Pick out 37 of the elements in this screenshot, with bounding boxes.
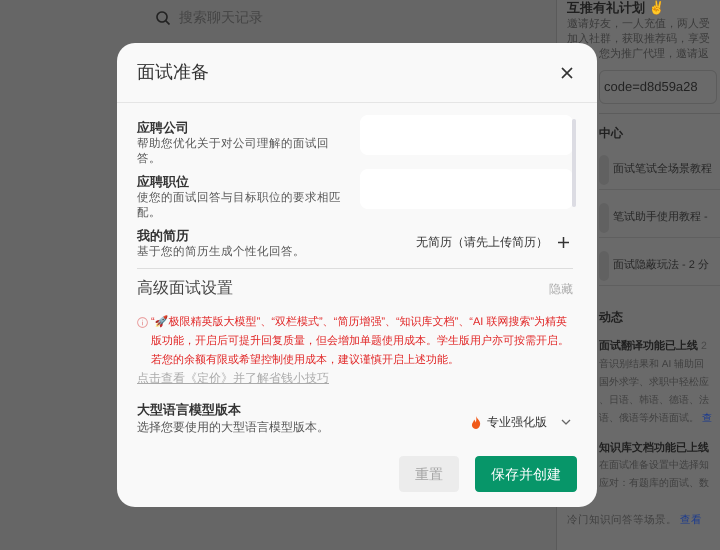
text-input[interactable]	[360, 169, 573, 209]
close-icon	[561, 66, 573, 78]
field-label: 应聘公司	[137, 119, 190, 137]
field-hint: 选择您要使用的大型语言模型版本。	[137, 419, 329, 435]
add-button[interactable]	[558, 236, 569, 248]
tutorial-item[interactable]: 面试隐蔽玩法 - 2 分	[599, 246, 720, 286]
field-label: 应聘职位	[137, 173, 190, 191]
tutorial-item[interactable]: 笔试助手使用教程 -	[599, 198, 720, 238]
hide-button[interactable]: 隐藏	[549, 280, 573, 298]
resume-status: 无简历（请先上传简历）	[416, 234, 548, 251]
dialog-title: 面试准备	[137, 61, 209, 84]
post-title: 面试翻译功能已上线	[599, 338, 698, 354]
select-value: 专业强化版	[487, 414, 547, 431]
field-hint: 基于您的简历生成个性化回答。	[137, 245, 306, 260]
field-label: 我的简历	[137, 227, 190, 245]
section-title: 高级面试设置	[137, 278, 233, 299]
flame-icon	[471, 416, 481, 428]
details-link[interactable]: 查看	[680, 514, 702, 526]
details-link[interactable]: 查	[702, 412, 712, 424]
post-title: 知识库文档功能已上线	[599, 440, 709, 456]
save-button[interactable]: 保存并创建	[475, 456, 577, 492]
code-field[interactable]: code=d8d59a28	[599, 70, 717, 104]
model-select[interactable]: 专业强化版	[471, 413, 571, 431]
field-hint: 帮助您优化关于对公司理解的面试回答。	[137, 137, 330, 167]
text-input[interactable]	[360, 115, 573, 155]
tutorial-item[interactable]: 面试笔试全场景教程	[599, 150, 720, 190]
chevron-down-icon	[561, 419, 571, 425]
plus-icon	[558, 236, 569, 248]
section-title: 中心	[599, 113, 720, 142]
warning-text: “🚀极限精英版大模型”、“双栏模式”、“简历增强”、“知识库文档”、“AI 联网搜索”为精英版功能，开启后可提升回复质量，但会增加单题使用成本。学生版用户亦可按需开启。若您的余额有限或希望控制使用成本，建议谨慎开启上述功能。	[151, 314, 570, 368]
search-icon	[155, 10, 171, 26]
info-icon	[137, 317, 148, 328]
section-title: 动态	[599, 309, 624, 326]
field-hint: 使您的面试回答与目标职位的要求相匹配。	[137, 191, 342, 221]
field-label: 大型语言模型版本	[137, 401, 242, 419]
section-title: 互推有礼计划 ✌	[567, 0, 665, 16]
pricing-link[interactable]: 点击查看《定价》并了解省钱小技巧	[137, 370, 573, 387]
